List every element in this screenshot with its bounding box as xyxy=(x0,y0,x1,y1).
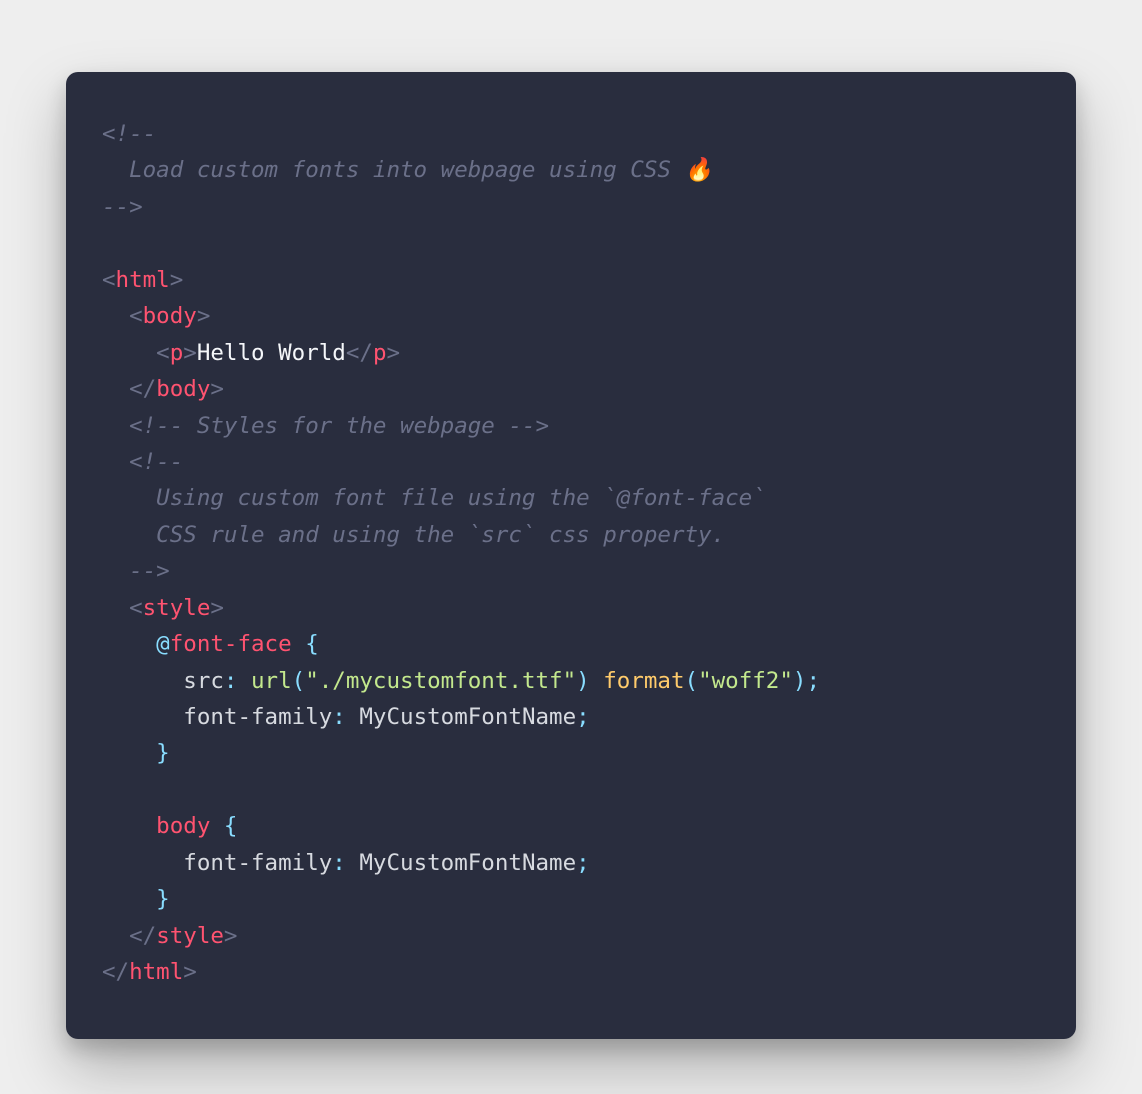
css-string: "woff2" xyxy=(698,668,793,694)
comment-close: --> xyxy=(495,413,549,439)
angle-bracket: > xyxy=(183,340,197,366)
brace: } xyxy=(102,886,170,912)
comment-line: Using custom font file using the `@font-… xyxy=(102,485,766,511)
paren: ) xyxy=(793,668,807,694)
style-tag: style xyxy=(156,923,224,949)
html-tag: html xyxy=(129,959,183,985)
semicolon: ; xyxy=(806,668,820,694)
at-rule-name: font-face xyxy=(170,631,292,657)
brace: { xyxy=(210,813,237,839)
css-property: font-family xyxy=(102,704,332,730)
angle-bracket: </ xyxy=(346,340,373,366)
angle-bracket: < xyxy=(102,267,116,293)
comment-open: <!-- xyxy=(102,449,183,475)
comment-close: --> xyxy=(102,558,170,584)
angle-bracket: < xyxy=(102,303,143,329)
angle-bracket: </ xyxy=(102,923,156,949)
colon: : xyxy=(332,850,359,876)
colon: : xyxy=(224,668,251,694)
p-tag: p xyxy=(170,340,184,366)
angle-bracket: < xyxy=(102,340,170,366)
semicolon: ; xyxy=(576,704,590,730)
at-symbol: @ xyxy=(102,631,170,657)
brace: } xyxy=(102,740,170,766)
comment-line: Load custom fonts into webpage using CSS… xyxy=(102,157,713,183)
code-block: <!-- Load custom fonts into webpage usin… xyxy=(102,116,1040,991)
css-selector: body xyxy=(102,813,210,839)
comment-line: CSS rule and using the `src` css propert… xyxy=(102,522,725,548)
space xyxy=(590,668,604,694)
paren: ( xyxy=(685,668,699,694)
comment-text: Styles for the webpage xyxy=(197,413,495,439)
css-value: MyCustomFontName xyxy=(359,704,576,730)
css-func: format xyxy=(603,668,684,694)
angle-bracket: > xyxy=(386,340,400,366)
comment-close: --> xyxy=(102,194,143,220)
code-snippet-card: <!-- Load custom fonts into webpage usin… xyxy=(66,72,1076,1039)
colon: : xyxy=(332,704,359,730)
angle-bracket: > xyxy=(183,959,197,985)
html-tag: html xyxy=(116,267,170,293)
p-text: Hello World xyxy=(197,340,346,366)
comment-open: <!-- xyxy=(102,121,156,147)
brace: { xyxy=(292,631,319,657)
css-func: url xyxy=(251,668,292,694)
css-string: "./mycustomfont.ttf" xyxy=(305,668,576,694)
angle-bracket: </ xyxy=(102,959,129,985)
p-tag: p xyxy=(373,340,387,366)
css-property: src xyxy=(102,668,224,694)
angle-bracket: > xyxy=(170,267,184,293)
paren: ( xyxy=(292,668,306,694)
angle-bracket: > xyxy=(197,303,211,329)
angle-bracket: > xyxy=(224,923,238,949)
semicolon: ; xyxy=(576,850,590,876)
angle-bracket: < xyxy=(102,595,143,621)
css-property: font-family xyxy=(102,850,332,876)
angle-bracket: > xyxy=(210,595,224,621)
paren: ) xyxy=(576,668,590,694)
css-value: MyCustomFontName xyxy=(359,850,576,876)
angle-bracket: > xyxy=(210,376,224,402)
comment-open: <!-- xyxy=(102,413,197,439)
style-tag: style xyxy=(143,595,211,621)
body-tag: body xyxy=(143,303,197,329)
body-tag: body xyxy=(156,376,210,402)
angle-bracket: </ xyxy=(102,376,156,402)
